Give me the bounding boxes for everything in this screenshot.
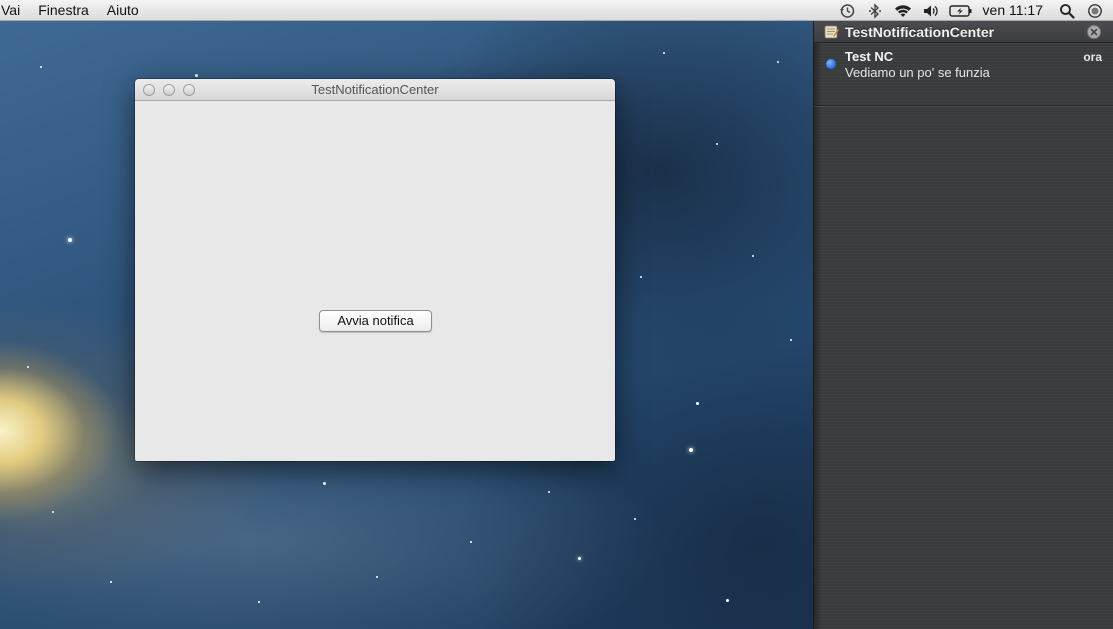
star	[726, 599, 729, 602]
star	[68, 238, 72, 242]
app-window: TestNotificationCenter Avvia notifica	[135, 79, 615, 461]
nc-app-header: TestNotificationCenter	[814, 21, 1113, 43]
star	[195, 74, 198, 77]
unread-dot-icon	[826, 59, 836, 69]
app-icon	[824, 25, 839, 39]
star	[40, 66, 42, 68]
nc-app-name: TestNotificationCenter	[845, 24, 995, 40]
menu-finestra[interactable]: Finestra	[29, 0, 98, 21]
star	[548, 491, 550, 493]
battery-icon[interactable]	[948, 0, 973, 21]
star	[777, 61, 779, 63]
menu-aiuto[interactable]: Aiuto	[98, 0, 148, 21]
menubar-clock[interactable]: ven 11:17	[977, 0, 1053, 21]
star	[578, 557, 581, 560]
notification-center-icon[interactable]	[1085, 0, 1105, 21]
star	[323, 482, 326, 485]
star	[663, 52, 665, 54]
window-titlebar[interactable]: TestNotificationCenter	[135, 79, 615, 101]
star	[634, 518, 636, 520]
star	[52, 511, 54, 513]
star	[752, 255, 754, 257]
menu-bar: Vai Finestra Aiuto ven 11:17	[0, 0, 1113, 21]
notification-center-panel: TestNotificationCenter Test NC Vediamo u…	[813, 21, 1113, 629]
notification-title: Test NC	[845, 49, 894, 64]
notification-item[interactable]: Test NC Vediamo un po' se funzia ora	[814, 43, 1113, 106]
spotlight-search-icon[interactable]	[1057, 0, 1077, 21]
volume-icon[interactable]	[921, 0, 941, 21]
clear-notifications-button[interactable]	[1087, 25, 1101, 39]
menu-vai[interactable]: Vai	[0, 0, 29, 21]
star	[696, 402, 699, 405]
star	[790, 339, 792, 341]
notification-body: Vediamo un po' se funzia	[845, 65, 990, 80]
notification-time: ora	[1083, 50, 1102, 64]
star	[27, 366, 29, 368]
bluetooth-icon[interactable]	[865, 0, 885, 21]
star	[716, 143, 718, 145]
star	[258, 601, 260, 603]
time-machine-icon[interactable]	[837, 0, 857, 21]
window-title: TestNotificationCenter	[311, 82, 439, 97]
star	[640, 276, 642, 278]
star	[689, 448, 693, 452]
star	[376, 576, 378, 578]
close-icon	[1090, 28, 1098, 36]
status-area: ven 11:17	[833, 0, 1113, 21]
star	[470, 541, 472, 543]
wifi-icon[interactable]	[893, 0, 913, 21]
star	[110, 581, 112, 583]
start-notification-button[interactable]: Avvia notifica	[319, 310, 432, 332]
